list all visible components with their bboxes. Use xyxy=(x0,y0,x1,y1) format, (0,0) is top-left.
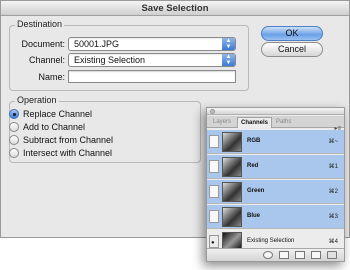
channel-thumbnail xyxy=(222,157,242,177)
radio-subtract-from-channel[interactable]: Subtract from Channel xyxy=(9,134,113,146)
channel-shortcut: ⌘1 xyxy=(328,164,338,170)
radio-intersect-with-channel[interactable]: Intersect with Channel xyxy=(9,147,112,159)
tab-layers[interactable]: Layers xyxy=(210,117,234,128)
channel-thumbnail xyxy=(222,182,242,202)
dialog-title: Save Selection xyxy=(1,1,349,16)
channels-palette: Layers Channels Paths ▸≡ RGB ⌘~ Red ⌘1 G… xyxy=(206,107,345,262)
name-field[interactable] xyxy=(68,70,236,83)
palette-titlebar xyxy=(207,108,344,115)
radio-label: Subtract from Channel xyxy=(23,135,114,145)
channel-shortcut: ⌘~ xyxy=(328,139,338,145)
channel-name: RGB xyxy=(247,138,261,144)
channel-thumbnail xyxy=(222,207,242,227)
visibility-toggle[interactable]: ● xyxy=(209,235,219,248)
channel-label: Channel: xyxy=(28,55,65,65)
document-value: 50001.JPG xyxy=(74,39,120,49)
trash-icon[interactable] xyxy=(327,251,337,259)
channel-name: Blue xyxy=(247,213,261,219)
cancel-button[interactable]: Cancel xyxy=(261,42,323,57)
tab-channels[interactable]: Channels xyxy=(237,117,273,128)
visibility-toggle[interactable] xyxy=(209,160,219,173)
channel-shortcut: ⌘4 xyxy=(328,239,338,245)
ok-button[interactable]: OK xyxy=(261,26,323,41)
document-popup[interactable]: 50001.JPG ▲ ▼ xyxy=(68,37,236,51)
radio-button[interactable] xyxy=(9,148,19,158)
destination-legend: Destination xyxy=(15,19,65,29)
palette-tabs: Layers Channels Paths ▸≡ xyxy=(207,116,344,132)
visibility-toggle[interactable] xyxy=(209,210,219,223)
document-label: Document: xyxy=(21,39,65,49)
close-icon[interactable] xyxy=(210,109,215,114)
radio-replace-channel[interactable]: Replace Channel xyxy=(9,108,92,120)
channel-row-rgb[interactable]: RGB ⌘~ xyxy=(207,130,344,154)
eye-icon: ● xyxy=(211,240,215,246)
new-channel-icon[interactable] xyxy=(295,251,305,259)
radio-add-to-channel[interactable]: Add to Channel xyxy=(9,121,85,133)
palette-bottom-bar xyxy=(207,248,344,261)
radio-label: Replace Channel xyxy=(23,109,93,119)
radio-button[interactable] xyxy=(9,135,19,145)
load-selection-icon[interactable] xyxy=(263,251,273,259)
popup-arrows-icon: ▲ ▼ xyxy=(222,38,235,50)
channel-row-green[interactable]: Green ⌘2 xyxy=(207,180,344,204)
operation-legend: Operation xyxy=(15,95,59,105)
channel-shortcut: ⌘3 xyxy=(328,214,338,220)
save-selection-icon[interactable] xyxy=(279,251,289,259)
radio-label: Add to Channel xyxy=(23,122,86,132)
visibility-toggle[interactable] xyxy=(209,135,219,148)
channel-shortcut: ⌘2 xyxy=(328,189,338,195)
channel-popup[interactable]: Existing Selection ▲ ▼ xyxy=(68,53,236,67)
name-label: Name: xyxy=(38,72,65,82)
channel-value: Existing Selection xyxy=(74,55,146,65)
popup-arrows-icon: ▲ ▼ xyxy=(222,54,235,66)
tab-paths[interactable]: Paths xyxy=(273,117,294,128)
radio-label: Intersect with Channel xyxy=(23,148,113,158)
radio-button[interactable] xyxy=(9,109,19,119)
channel-row-blue[interactable]: Blue ⌘3 xyxy=(207,205,344,229)
visibility-toggle[interactable] xyxy=(209,185,219,198)
new-page-icon[interactable] xyxy=(311,251,321,259)
channel-name: Existing Selection xyxy=(247,238,295,244)
channel-name: Green xyxy=(247,188,265,194)
channel-thumbnail xyxy=(222,132,242,152)
radio-button[interactable] xyxy=(9,122,19,132)
channel-name: Red xyxy=(247,163,259,169)
channel-row-red[interactable]: Red ⌘1 xyxy=(207,155,344,179)
